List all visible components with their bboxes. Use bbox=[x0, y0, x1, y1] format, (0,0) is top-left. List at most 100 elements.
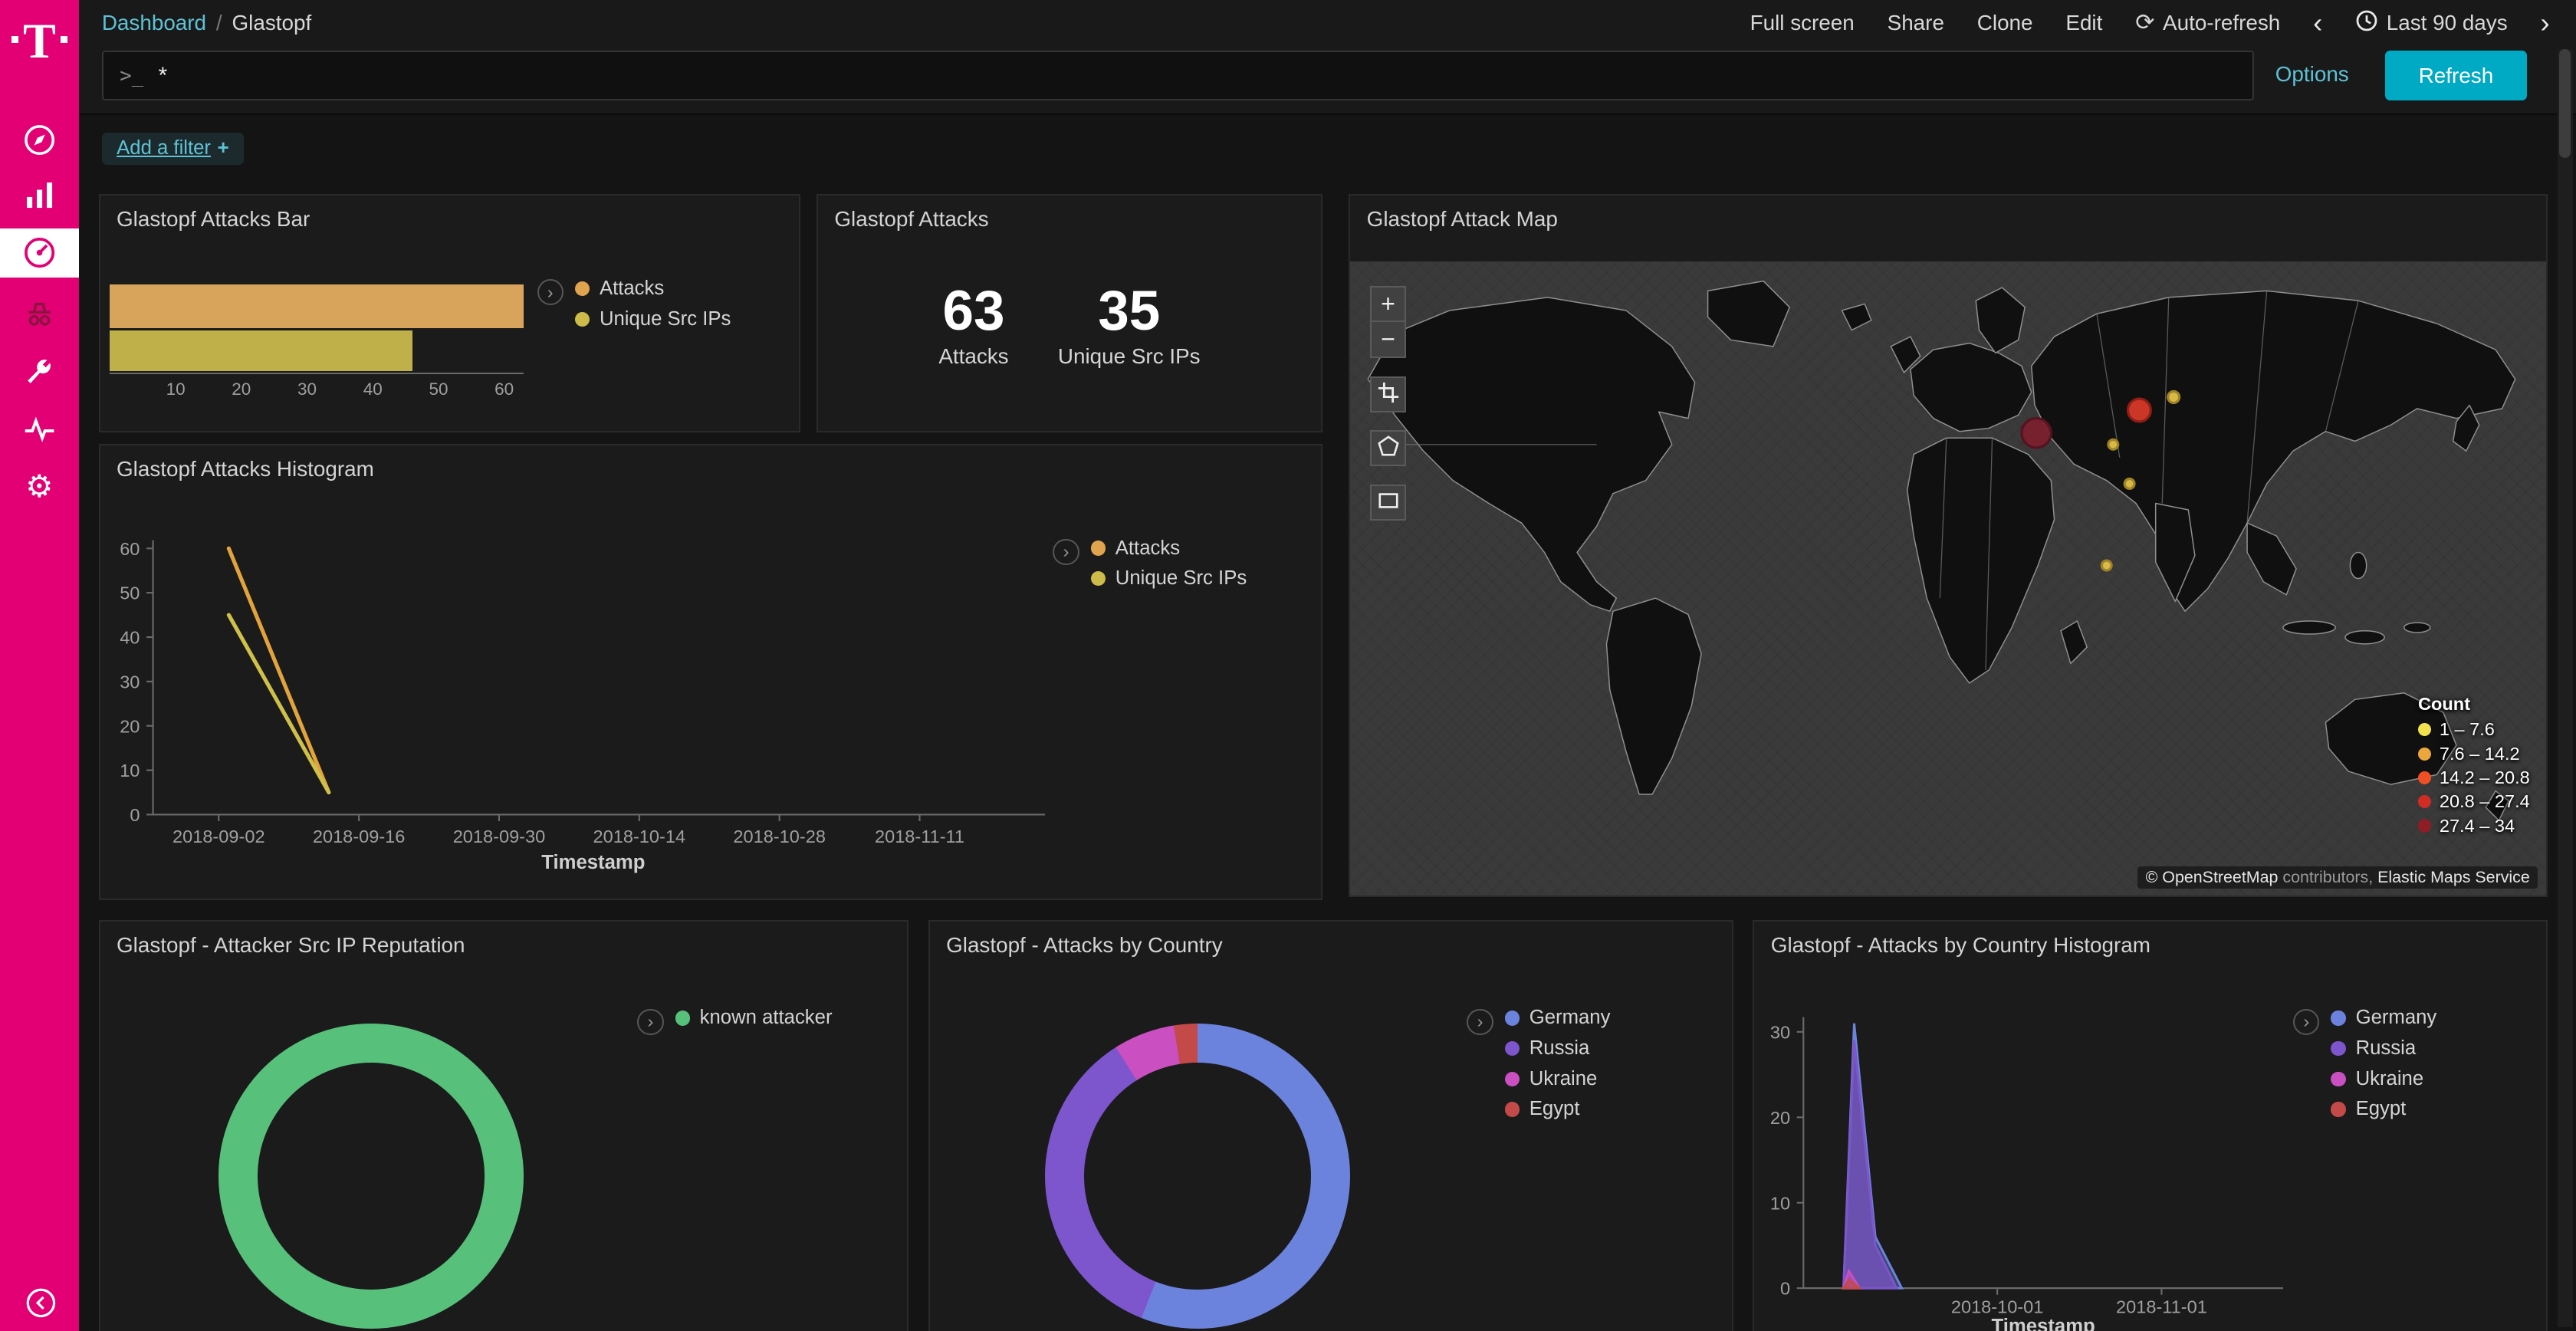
legend-item[interactable]: Germany bbox=[1505, 1007, 1611, 1029]
panel-glastopf-attacks-bar: Glastopf Attacks Bar 102030405060 › Atta… bbox=[99, 194, 800, 432]
crop-icon bbox=[1377, 381, 1400, 408]
wrench-icon bbox=[21, 353, 58, 389]
telekom-logo[interactable]: T bbox=[0, 0, 79, 89]
legend-list: Germany Russia Ukraine Egypt bbox=[2331, 1007, 2436, 1120]
legend-label: Attacks bbox=[600, 278, 664, 300]
gear-icon: ⚙ bbox=[25, 471, 54, 502]
legend-item[interactable]: Egypt bbox=[1505, 1098, 1611, 1120]
map-draw-polygon-button[interactable] bbox=[1370, 430, 1406, 466]
sidebar-item-visualize[interactable] bbox=[0, 171, 79, 220]
reputation-donut-chart[interactable] bbox=[219, 1024, 524, 1329]
legend-item[interactable]: Russia bbox=[2331, 1037, 2436, 1060]
add-filter-button[interactable]: Add a filter+ bbox=[102, 133, 244, 165]
time-forward-chevron[interactable]: › bbox=[2540, 9, 2549, 37]
svg-text:2018-11-01: 2018-11-01 bbox=[2116, 1296, 2207, 1316]
legend-item[interactable]: Egypt bbox=[2331, 1098, 2436, 1120]
legend-label: Germany bbox=[1530, 1007, 1611, 1029]
svg-text:Timestamp: Timestamp bbox=[1992, 1316, 2095, 1331]
country-donut-chart[interactable] bbox=[1045, 1024, 1351, 1329]
osm-attribution-link[interactable]: © OpenStreetMap bbox=[2146, 868, 2279, 886]
query-prompt-icon: >_ bbox=[120, 64, 143, 87]
vertical-scrollbar[interactable] bbox=[2558, 49, 2572, 1327]
refresh-button[interactable]: Refresh bbox=[2385, 51, 2526, 100]
sidebar-collapse-button[interactable] bbox=[23, 1288, 59, 1324]
legend-label: Unique Src IPs bbox=[600, 308, 731, 330]
svg-text:60: 60 bbox=[120, 539, 140, 559]
query-input[interactable]: >_ * bbox=[102, 51, 2254, 100]
kibana-dashboard: T bbox=[0, 0, 2576, 1331]
chart-legend: › Attacks Unique Src IPs bbox=[537, 278, 731, 330]
heartbeat-icon bbox=[21, 411, 58, 447]
legend-item[interactable]: Unique Src IPs bbox=[575, 308, 731, 330]
sidebar-item-management[interactable]: ⚙ bbox=[0, 462, 79, 511]
legend-item[interactable]: Ukraine bbox=[1505, 1068, 1611, 1090]
attack-bubbles-layer[interactable] bbox=[1350, 261, 2546, 896]
legend-toggle-icon[interactable]: › bbox=[537, 279, 564, 305]
map-zoom-in-button[interactable]: + bbox=[1370, 286, 1406, 322]
bar-unique-src-ips[interactable] bbox=[110, 330, 412, 372]
bar-attacks[interactable] bbox=[110, 284, 524, 329]
time-back-chevron[interactable]: ‹ bbox=[2313, 9, 2322, 37]
svg-text:20: 20 bbox=[120, 717, 140, 737]
legend-color-dot bbox=[2418, 723, 2431, 736]
svg-text:2018-11-11: 2018-11-11 bbox=[875, 827, 964, 846]
map-draw-rectangle-button[interactable] bbox=[1370, 485, 1406, 521]
donut-hole bbox=[1084, 1063, 1311, 1290]
legend-item[interactable]: Russia bbox=[1505, 1037, 1611, 1060]
share-button[interactable]: Share bbox=[1888, 11, 1944, 35]
svg-text:2018-10-14: 2018-10-14 bbox=[593, 827, 685, 846]
chart-legend: › Germany Russia Ukraine Egypt bbox=[1467, 1007, 1610, 1120]
legend-label: Unique Src IPs bbox=[1116, 567, 1247, 590]
sidebar-item-monitoring[interactable] bbox=[0, 404, 79, 453]
legend-item[interactable]: Attacks bbox=[575, 278, 731, 300]
query-options-link[interactable]: Options bbox=[2275, 62, 2349, 87]
query-input-value: * bbox=[158, 63, 167, 89]
x-axis-tick-label: 60 bbox=[488, 380, 521, 399]
clone-button[interactable]: Clone bbox=[1977, 11, 2033, 35]
rectangle-icon bbox=[1377, 489, 1400, 516]
legend-toggle-icon[interactable]: › bbox=[1053, 539, 1079, 565]
legend-item[interactable]: Attacks bbox=[1091, 537, 1247, 560]
sidebar-item-discover[interactable] bbox=[0, 115, 79, 164]
sidebar-item-devtools[interactable] bbox=[0, 347, 79, 396]
chevron-left-circle-icon bbox=[25, 1287, 58, 1326]
panel-glastopf-src-ip-reputation: Glastopf - Attacker Src IP Reputation › … bbox=[99, 920, 909, 1331]
legend-color-dot bbox=[2418, 771, 2431, 784]
map-fit-bounds-button[interactable] bbox=[1370, 376, 1406, 412]
world-map-canvas[interactable]: + − bbox=[1350, 261, 2546, 896]
metric-value: 63 bbox=[938, 281, 1008, 342]
time-range-button[interactable]: Last 90 days bbox=[2355, 9, 2508, 38]
header: Dashboard / Glastopf Full screen Share C… bbox=[79, 0, 2576, 115]
legend-color-dot bbox=[1505, 1041, 1520, 1056]
legend-item[interactable]: known attacker bbox=[675, 1007, 833, 1029]
filter-bar: Add a filter+ bbox=[102, 131, 244, 164]
panel-glastopf-attacks-histogram: Glastopf Attacks Histogram 6050403020100… bbox=[99, 444, 1322, 901]
legend-item[interactable]: Ukraine bbox=[2331, 1068, 2436, 1090]
legend-toggle-icon[interactable]: › bbox=[1467, 1009, 1493, 1035]
x-axis-tick-label: 40 bbox=[356, 380, 389, 399]
scrollbar-thumb[interactable] bbox=[2559, 49, 2571, 157]
chart-legend: › Germany Russia Ukraine Egypt bbox=[2293, 1007, 2436, 1120]
metric-unique-src-ips: 35 Unique Src IPs bbox=[1058, 281, 1201, 368]
legend-item[interactable]: Germany bbox=[2331, 1007, 2436, 1029]
breadcrumb-current: Glastopf bbox=[232, 11, 311, 35]
x-axis-tick-label: 10 bbox=[159, 380, 192, 399]
sidebar-item-dashboard-active[interactable] bbox=[0, 228, 79, 278]
auto-refresh-button[interactable]: ⟳ Auto-refresh bbox=[2135, 11, 2280, 35]
legend-toggle-icon[interactable]: › bbox=[637, 1009, 663, 1035]
legend-item[interactable]: Unique Src IPs bbox=[1091, 567, 1247, 590]
svg-text:Timestamp: Timestamp bbox=[541, 852, 645, 873]
fullscreen-button[interactable]: Full screen bbox=[1750, 11, 1855, 35]
sidebar-item-spy[interactable] bbox=[0, 289, 79, 338]
edit-button[interactable]: Edit bbox=[2065, 11, 2102, 35]
x-axis-tick-label: 30 bbox=[291, 380, 324, 399]
svg-text:0: 0 bbox=[1780, 1278, 1790, 1298]
map-zoom-out-button[interactable]: − bbox=[1370, 322, 1406, 358]
ems-attribution-link[interactable]: Elastic Maps Service bbox=[2377, 868, 2530, 886]
svg-text:2018-09-02: 2018-09-02 bbox=[172, 827, 265, 846]
breadcrumb-dashboard-link[interactable]: Dashboard bbox=[102, 11, 206, 35]
legend-toggle-icon[interactable]: › bbox=[2293, 1009, 2319, 1035]
svg-text:30: 30 bbox=[1770, 1022, 1790, 1042]
map-legend-range: 14.2 – 20.8 bbox=[2418, 767, 2530, 788]
svg-text:10: 10 bbox=[120, 761, 140, 781]
